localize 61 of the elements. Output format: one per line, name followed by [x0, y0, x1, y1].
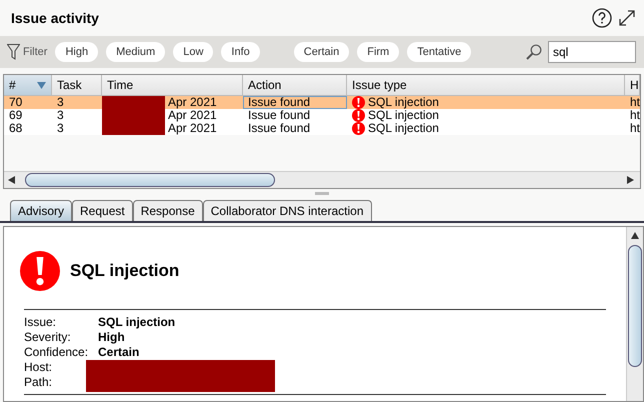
- scroll-right-icon[interactable]: [627, 176, 635, 184]
- column-header[interactable]: Time: [102, 75, 243, 96]
- help-icon[interactable]: [592, 8, 612, 28]
- tab[interactable]: Request: [72, 200, 133, 221]
- field-label: Severity:: [24, 330, 72, 345]
- table-cell: Apr 2021: [168, 122, 217, 135]
- severity-filter-chip[interactable]: Medium: [106, 42, 166, 62]
- tab[interactable]: Response: [132, 200, 203, 221]
- field-label: Path:: [24, 375, 54, 390]
- severity-filter-chip[interactable]: High: [55, 42, 98, 62]
- table-cell: Apr 2021: [168, 109, 217, 122]
- confidence-filter-chip[interactable]: Certain: [294, 42, 350, 62]
- table-cell: ht: [625, 96, 640, 109]
- scroll-up-icon[interactable]: [631, 232, 639, 240]
- table-cell: SQL injection: [368, 122, 439, 135]
- table-cell: Apr 2021: [168, 96, 217, 109]
- search-field[interactable]: sql: [548, 41, 636, 63]
- table-cell: 3: [52, 122, 102, 135]
- column-header[interactable]: #: [4, 75, 52, 96]
- table-cell: ht: [625, 122, 640, 135]
- splitter-handle[interactable]: [315, 192, 329, 194]
- field-value: High: [98, 330, 126, 345]
- field-label: Issue:: [24, 315, 58, 330]
- advisory-title: SQL injection: [70, 261, 180, 281]
- column-header[interactable]: Issue type: [347, 75, 625, 96]
- table-cell: Issue found: [243, 109, 347, 122]
- sort-arrow-icon: [37, 82, 46, 88]
- table-cell: Issue found: [243, 122, 347, 135]
- table-cell: 3: [52, 96, 102, 109]
- error-icon: [20, 251, 60, 291]
- field-label: Host:: [24, 360, 54, 375]
- field-value: SQL injection: [98, 315, 176, 330]
- table-cell: 3: [52, 109, 102, 122]
- tab[interactable]: Advisory: [10, 200, 72, 221]
- table-cell: ht: [625, 109, 640, 122]
- field-label: Confidence:: [24, 345, 90, 360]
- field-value: Certain: [98, 345, 140, 360]
- panel-title: Issue activity: [11, 10, 100, 26]
- table-cell: Issue found: [243, 96, 347, 109]
- table-cell: SQL injection: [368, 109, 439, 122]
- table-cell: 68: [4, 122, 52, 135]
- scroll-left-icon[interactable]: [8, 176, 16, 184]
- column-header[interactable]: Action: [243, 75, 347, 96]
- redaction-block: [102, 122, 165, 135]
- tab[interactable]: Collaborator DNS interaction: [202, 200, 372, 221]
- severity-filter-chip[interactable]: Low: [173, 42, 214, 62]
- column-header[interactable]: H: [625, 75, 640, 96]
- confidence-filter-chip[interactable]: Firm: [357, 42, 400, 62]
- column-header[interactable]: Task: [52, 75, 102, 96]
- severity-filter-chip[interactable]: Info: [221, 42, 260, 62]
- table-cell: 70: [4, 96, 52, 109]
- table-cell: 69: [4, 109, 52, 122]
- scrollbar-thumb[interactable]: [25, 173, 275, 187]
- filter-label: Filter: [23, 46, 48, 58]
- filter-icon[interactable]: [7, 44, 20, 60]
- expand-icon[interactable]: [618, 9, 636, 27]
- table-cell: SQL injection: [368, 96, 439, 109]
- confidence-filter-chip[interactable]: Tentative: [407, 42, 472, 62]
- search-icon: [526, 44, 542, 60]
- redaction-block: [102, 96, 165, 109]
- scrollbar-thumb[interactable]: [628, 245, 642, 367]
